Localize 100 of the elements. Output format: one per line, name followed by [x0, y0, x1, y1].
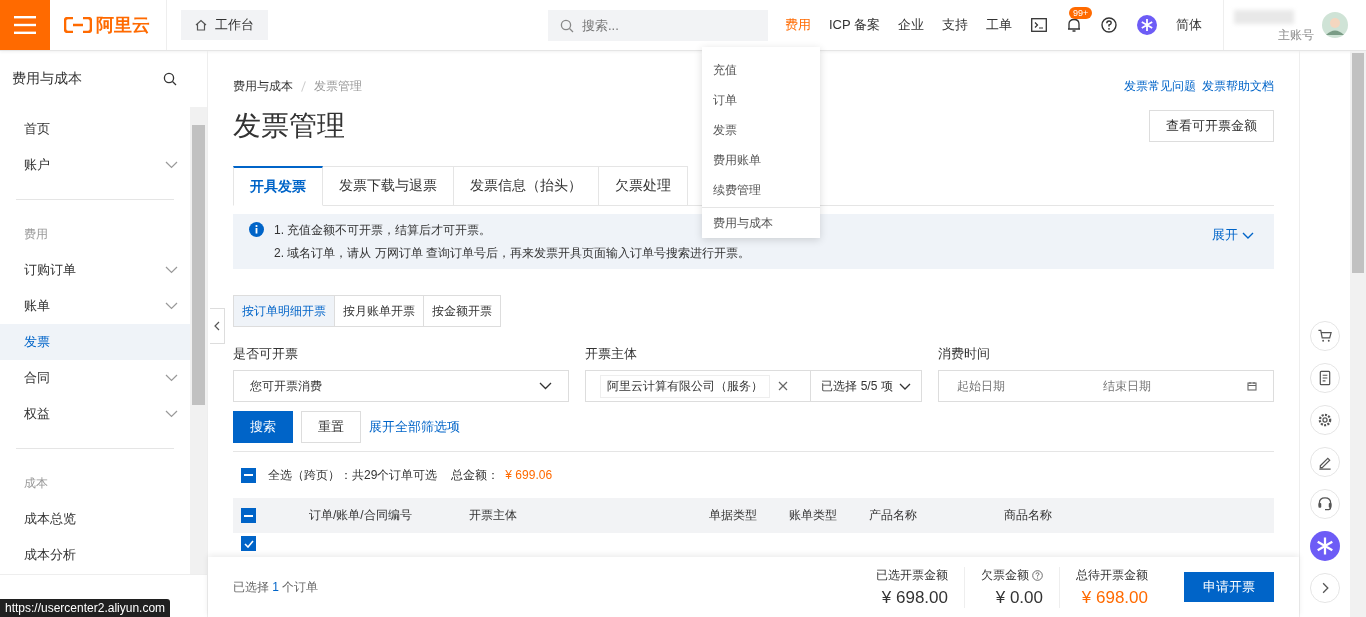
- apply-invoice-button[interactable]: 申请开票: [1184, 572, 1274, 602]
- search-icon: [559, 18, 574, 33]
- nav-link[interactable]: ICP 备案: [819, 16, 889, 34]
- menu-item[interactable]: 费用与成本: [702, 208, 820, 238]
- settings-icon[interactable]: [1310, 405, 1340, 435]
- sidebar-item[interactable]: 发票: [0, 324, 190, 360]
- sparkle-icon[interactable]: [1137, 15, 1157, 35]
- sidebar-item[interactable]: 权益: [0, 396, 190, 432]
- filter-label: 是否可开票: [233, 345, 299, 363]
- chevron-down-icon: [165, 266, 178, 274]
- sidebar-item[interactable]: 首页: [0, 111, 190, 147]
- column-header: 单据类型: [708, 507, 758, 524]
- checkbox[interactable]: [241, 467, 256, 483]
- sidebar-item[interactable]: 成本分析: [0, 537, 190, 573]
- logo-icon: [64, 17, 92, 33]
- terminal-icon[interactable]: [1031, 18, 1047, 32]
- column-header: 开票主体: [468, 507, 518, 524]
- avatar-icon[interactable]: [1322, 12, 1348, 38]
- search-button[interactable]: 搜索: [233, 411, 293, 443]
- page-title: 发票管理: [233, 109, 345, 143]
- help-icon[interactable]: [1101, 17, 1117, 33]
- checkbox[interactable]: [241, 508, 256, 523]
- search-field[interactable]: 搜索...: [547, 9, 768, 41]
- tab[interactable]: 欠票处理: [599, 166, 688, 206]
- filter-label: 开票主体: [585, 345, 639, 363]
- chevron-down-icon: [165, 161, 178, 169]
- reset-button[interactable]: 重置: [301, 411, 361, 443]
- column-header: 订单/账单/合同编号: [308, 507, 413, 524]
- sidebar-title: 费用与成本: [12, 70, 82, 88]
- sparkle-icon[interactable]: [1310, 531, 1340, 561]
- filter-label: 消费时间: [937, 345, 991, 363]
- menu-item[interactable]: 费用账单: [702, 145, 820, 175]
- nav-link[interactable]: 支持: [933, 16, 977, 34]
- chevron-left-icon: [214, 321, 220, 331]
- help-link[interactable]: 发票帮助文档: [1202, 77, 1274, 95]
- workbench-button[interactable]: 工作台: [181, 10, 268, 40]
- sidebar-item[interactable]: 成本总览: [0, 501, 190, 537]
- nav-link[interactable]: 企业: [889, 16, 933, 34]
- view-amount-button[interactable]: 查看可开票金额: [1149, 110, 1274, 142]
- brand-name: 阿里云: [96, 14, 150, 37]
- status-url: https://usercenter2.aliyun.com: [0, 599, 171, 617]
- summary-amount: ¥ 698.00: [1081, 587, 1148, 608]
- checkbox[interactable]: [241, 536, 256, 551]
- chevron-down-icon: [898, 382, 911, 390]
- sidebar-item[interactable]: 订购订单: [0, 252, 190, 288]
- summary-amount: ¥ 0.00: [995, 587, 1043, 608]
- notice-text: 2. 域名订单，请从 万网订单 查询订单号后，再来发票开具页面输入订单号搜索进行开票。: [274, 245, 750, 262]
- date-range-field[interactable]: 起始日期 结束日期: [937, 370, 1274, 402]
- bell-icon[interactable]: [1067, 17, 1081, 33]
- notice-text: 1. 充值金额不可开票，结算后才可开票。: [274, 222, 492, 239]
- menu-item[interactable]: 发票: [702, 115, 820, 145]
- tab[interactable]: 发票信息（抬头）: [454, 166, 599, 206]
- chevron-down-icon: [539, 382, 553, 390]
- chevron-down-icon: [165, 410, 178, 418]
- menu-button[interactable]: [0, 0, 50, 50]
- cart-icon[interactable]: [1310, 321, 1340, 351]
- tag: 阿里云计算有限公司（服务）: [600, 374, 771, 398]
- pen-icon[interactable]: [1310, 447, 1340, 477]
- column-header: 产品名称: [868, 507, 918, 524]
- expand-link[interactable]: 展开: [1212, 226, 1254, 244]
- document-icon[interactable]: [1310, 363, 1340, 393]
- select-field[interactable]: 您可开票消费: [233, 370, 570, 402]
- tab[interactable]: 发票下载与退票: [323, 166, 454, 206]
- menu-item[interactable]: 充值: [702, 55, 820, 85]
- column-header: 商品名称: [1003, 507, 1053, 524]
- chevron-down-icon: [1242, 231, 1254, 239]
- column-header: 账单类型: [788, 507, 838, 524]
- language-link[interactable]: 简体: [1167, 16, 1211, 34]
- selected-count-text: 已选择 1 个订单: [233, 579, 319, 594]
- calendar-icon: [1246, 381, 1257, 391]
- select-all-label: 全选（跨页）：共29个订单可选: [268, 466, 438, 484]
- summary-amount: ¥ 698.00: [881, 587, 948, 608]
- scrollbar[interactable]: [190, 107, 207, 574]
- help-link[interactable]: 发票常见问题: [1124, 77, 1196, 95]
- expand-filters-link[interactable]: 展开全部筛选项: [369, 418, 460, 436]
- account-label: 主账号: [1278, 27, 1314, 44]
- summary-label: 欠票金额: [981, 566, 1043, 584]
- menu-item[interactable]: 订单: [702, 85, 820, 115]
- sidebar-item[interactable]: 合同: [0, 360, 190, 396]
- menu-icon: [14, 16, 36, 34]
- chevron-down-icon: [165, 302, 178, 310]
- scrollbar[interactable]: [1350, 51, 1366, 617]
- home-icon: [195, 19, 207, 31]
- search-icon[interactable]: [163, 72, 177, 86]
- chevron-down-icon: [165, 374, 178, 382]
- total-label: 总金额：: [451, 466, 500, 484]
- info-icon: [249, 222, 264, 237]
- menu-item[interactable]: 续费管理: [702, 175, 820, 205]
- mode-tab[interactable]: 按月账单开票: [335, 295, 424, 327]
- tab[interactable]: 开具发票: [233, 166, 323, 206]
- sidebar-item[interactable]: 账单: [0, 288, 190, 324]
- breadcrumb-link[interactable]: 费用与成本: [233, 77, 293, 95]
- sidebar-group-label: 成本: [23, 474, 49, 492]
- mode-tab[interactable]: 按订单明细开票: [233, 295, 335, 327]
- headset-icon[interactable]: [1310, 489, 1340, 519]
- sidebar-item[interactable]: 账户: [0, 147, 190, 183]
- close-icon[interactable]: [778, 381, 789, 391]
- summary-label: 已选开票金额: [876, 566, 948, 584]
- mode-tab[interactable]: 按金额开票: [424, 295, 501, 327]
- nav-link[interactable]: 工单: [977, 16, 1021, 34]
